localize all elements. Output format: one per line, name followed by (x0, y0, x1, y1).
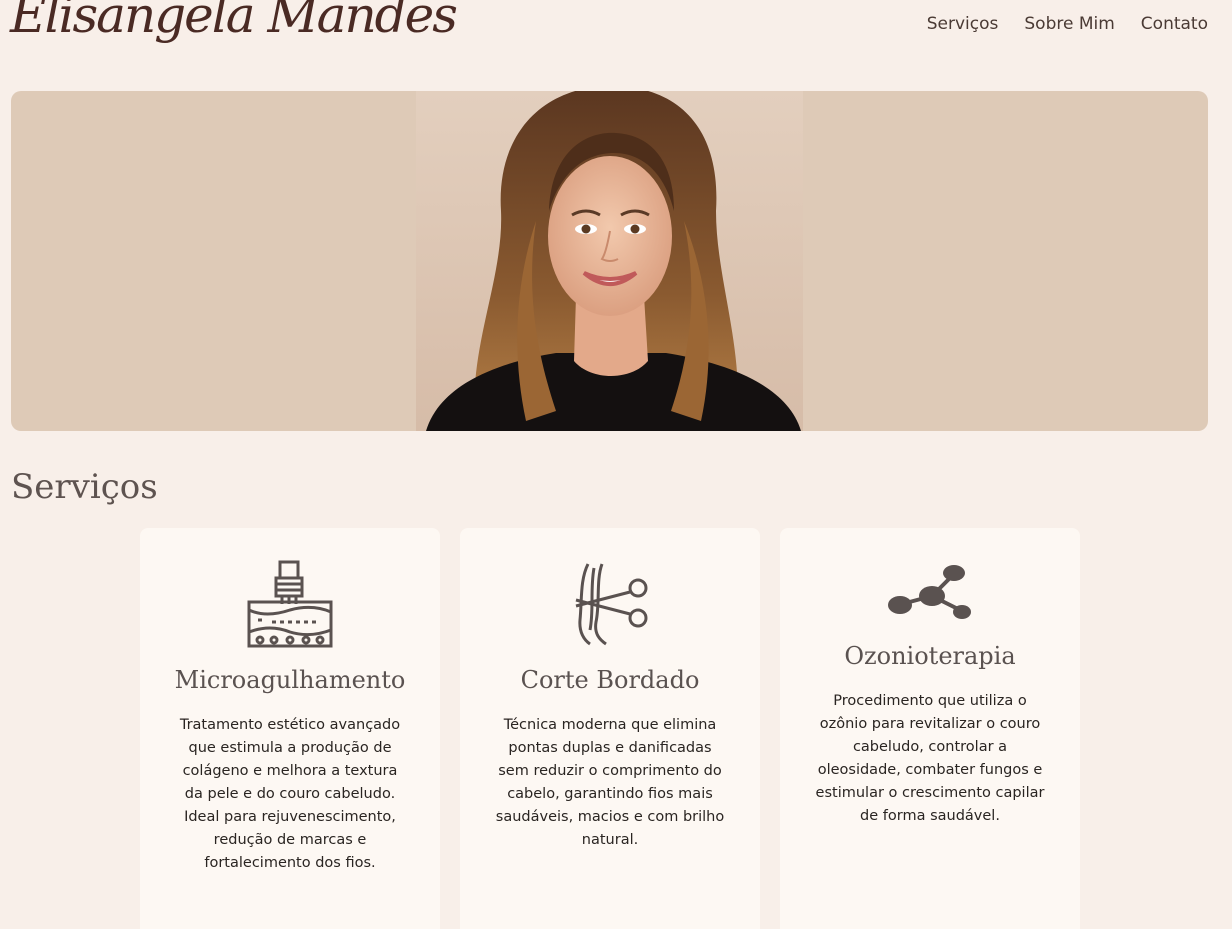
brand-logo[interactable]: Elisangela Mandes (10, 0, 458, 44)
main-nav: Serviços Sobre Mim Contato (927, 14, 1208, 34)
service-title: Ozonioterapia (844, 642, 1016, 670)
hero-banner (11, 91, 1208, 431)
service-title: Microagulhamento (174, 666, 406, 694)
nav-link-sobre-mim[interactable]: Sobre Mim (1024, 14, 1114, 34)
molecule-icon (888, 565, 971, 619)
nav-link-contato[interactable]: Contato (1141, 14, 1208, 34)
nav-link-servicos[interactable]: Serviços (927, 14, 999, 34)
site-header: Elisangela Mandes Serviços Sobre Mim Con… (0, 0, 1232, 60)
service-card-corte-bordado: Corte Bordado Técnica moderna que elimin… (460, 528, 760, 929)
service-description: Procedimento que utiliza o ozônio para r… (815, 693, 1045, 824)
service-description: Técnica moderna que elimina pontas dupla… (495, 717, 725, 848)
service-card-microagulhamento: Microagulhamento Tratamento estético ava… (140, 528, 440, 929)
service-card-ozonioterapia: Ozonioterapia Procedimento que utiliza o… (780, 528, 1080, 929)
portrait-photo (416, 91, 803, 431)
hair-scissors-icon (575, 563, 648, 646)
services-heading: Serviços (11, 467, 158, 507)
microneedling-icon (247, 560, 333, 648)
service-title: Corte Bordado (520, 666, 700, 694)
service-description: Tratamento estético avançado que estimul… (179, 717, 401, 871)
